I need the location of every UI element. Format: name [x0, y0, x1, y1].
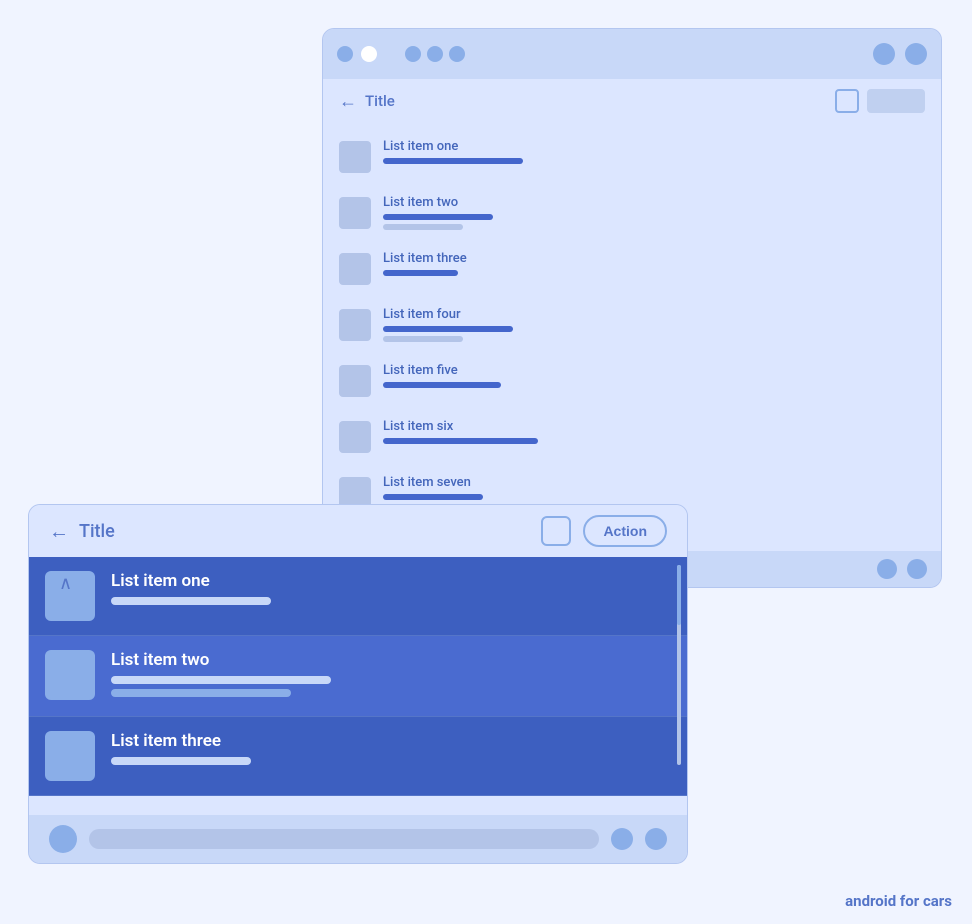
front-item-bar-2b [111, 689, 291, 697]
title-bar-dot-4 [427, 46, 443, 62]
back-list: List item one List item two List item th… [323, 123, 941, 531]
back-bottom-circle-1 [877, 559, 897, 579]
front-item-title-1: List item one [111, 571, 671, 591]
back-item-content-7: List item seven [383, 475, 925, 504]
back-list-item-6[interactable]: List item six [323, 411, 941, 467]
back-item-title-7: List item seven [383, 475, 925, 490]
back-app-bar: ← Title [323, 79, 941, 123]
back-item-content-4: List item four [383, 307, 925, 346]
back-thumb-5 [339, 365, 371, 397]
title-bar-dot-3 [405, 46, 421, 62]
front-list-item-3[interactable]: List item three [29, 717, 687, 796]
back-item-bar-3 [383, 270, 458, 276]
back-item-title-2: List item two [383, 195, 925, 210]
back-item-content-2: List item two [383, 195, 925, 234]
front-action-button[interactable]: Action [583, 515, 667, 547]
bottom-circle-1 [49, 825, 77, 853]
back-item-bar-2a [383, 214, 493, 220]
front-list: List item one List item two List item th… [29, 557, 687, 796]
front-item-bar-1 [111, 597, 271, 605]
afc-label: android for cars [845, 892, 952, 910]
back-item-bar-5 [383, 382, 501, 388]
front-app-title: Title [79, 521, 115, 542]
front-item-title-3: List item three [111, 731, 671, 751]
back-app-bar-right [835, 89, 925, 113]
back-thumb-3 [339, 253, 371, 285]
front-thumb-3 [45, 731, 95, 781]
title-bar-dot-1 [337, 46, 353, 62]
back-bottom-right [877, 559, 927, 579]
front-item-bar-3 [111, 757, 251, 765]
back-item-title-5: List item five [383, 363, 925, 378]
back-thumb-4 [339, 309, 371, 341]
front-item-content-2: List item two [111, 650, 671, 702]
title-bar-right-dot-1 [873, 43, 895, 65]
scroll-thumb [677, 565, 681, 625]
back-list-item-3[interactable]: List item three [323, 243, 941, 299]
back-list-item-4[interactable]: List item four [323, 299, 941, 355]
title-bar-right [873, 43, 927, 65]
back-item-content-6: List item six [383, 419, 925, 448]
back-thumb-1 [339, 141, 371, 173]
back-item-bar-1 [383, 158, 523, 164]
back-item-bar-2b [383, 224, 463, 230]
back-list-item-1[interactable]: List item one [323, 131, 941, 187]
back-list-item-2[interactable]: List item two [323, 187, 941, 243]
front-window: ← Title Action ∧ List item one List item… [28, 504, 688, 864]
title-bar-dots-group [405, 46, 465, 62]
back-title-bar [323, 29, 941, 79]
back-item-title-4: List item four [383, 307, 925, 322]
back-thumb-2 [339, 197, 371, 229]
back-item-title-6: List item six [383, 419, 925, 434]
back-app-title: Title [365, 92, 395, 110]
front-item-content-1: List item one [111, 571, 671, 610]
back-item-title-1: List item one [383, 139, 925, 154]
back-item-bar-7 [383, 494, 483, 500]
back-item-bar-6 [383, 438, 538, 444]
back-item-content-3: List item three [383, 251, 925, 280]
front-list-item-1[interactable]: List item one [29, 557, 687, 636]
title-bar-right-dot-2 [905, 43, 927, 65]
back-item-title-3: List item three [383, 251, 925, 266]
front-app-bar-right: Action [541, 515, 667, 547]
back-list-item-5[interactable]: List item five [323, 355, 941, 411]
bottom-pill [89, 829, 599, 849]
scroll-indicator[interactable] [677, 565, 681, 765]
back-item-bar-4b [383, 336, 463, 342]
back-action-button[interactable] [867, 89, 925, 113]
front-icon-button[interactable] [541, 516, 571, 546]
back-button-icon[interactable]: ← [339, 91, 357, 112]
front-item-bar-2a [111, 676, 331, 684]
front-item-title-2: List item two [111, 650, 671, 670]
chevron-up-icon[interactable]: ∧ [59, 573, 72, 594]
title-bar-dot-2 [361, 46, 377, 62]
title-bar-dot-5 [449, 46, 465, 62]
back-thumb-6 [339, 421, 371, 453]
front-thumb-2 [45, 650, 95, 700]
back-bottom-circle-2 [907, 559, 927, 579]
front-item-content-3: List item three [111, 731, 671, 770]
bottom-circle-2 [611, 828, 633, 850]
front-list-item-2[interactable]: List item two [29, 636, 687, 717]
back-item-content-5: List item five [383, 363, 925, 392]
front-bottom-bar [29, 815, 687, 863]
back-item-bar-4a [383, 326, 513, 332]
front-app-bar: ← Title Action [29, 505, 687, 557]
bottom-circle-3 [645, 828, 667, 850]
back-item-content-1: List item one [383, 139, 925, 168]
front-back-icon[interactable]: ← [49, 519, 69, 544]
back-icon-button[interactable] [835, 89, 859, 113]
